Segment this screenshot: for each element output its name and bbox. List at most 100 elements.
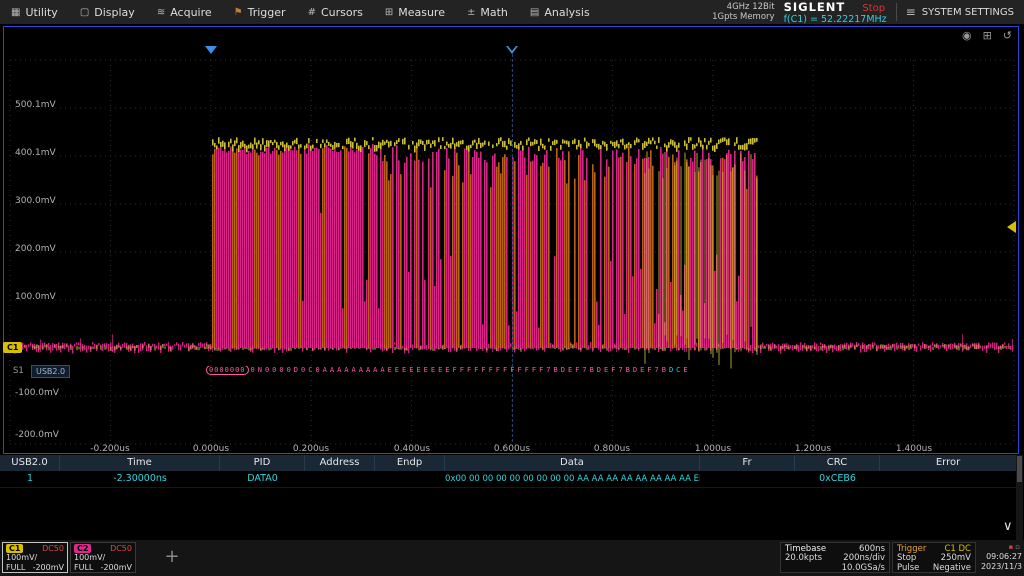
col-data[interactable]: Data — [445, 455, 700, 471]
menu-trigger[interactable]: ⚑ Trigger — [223, 0, 297, 24]
menu-acquire[interactable]: ≋ Acquire — [146, 0, 223, 24]
decode-sync-field: 0000000 — [206, 366, 249, 375]
x-label-0: -0.200us — [80, 444, 140, 454]
c1-scale: 100mV/ — [6, 553, 37, 563]
timebase-scale: 200ns/div — [843, 553, 885, 563]
menu-trigger-label: Trigger — [248, 6, 286, 19]
scroll-down-chevron[interactable]: ∨ — [1003, 519, 1013, 534]
spec-memory: 1Gpts Memory — [712, 12, 774, 22]
c1-chip: C1 — [6, 544, 23, 553]
trigger-mode: Stop — [897, 553, 916, 563]
col-error[interactable]: Error — [880, 455, 1016, 471]
col-address[interactable]: Address — [305, 455, 375, 471]
x-label-1: 0.000us — [181, 444, 241, 454]
c2-bandwidth: FULL — [74, 563, 93, 573]
menu-measure-label: Measure — [398, 6, 445, 19]
crosshair-icon[interactable]: ⊞ — [983, 29, 992, 42]
display-icon: ▢ — [80, 7, 89, 18]
waveform-display-frame[interactable] — [3, 26, 1019, 454]
menu-right-cluster: 4GHz 12Bit 1Gpts Memory SIGLENT Stop f(C… — [712, 0, 1024, 24]
menu-math-label: Math — [480, 6, 508, 19]
x-label-2: 0.200us — [281, 444, 341, 454]
acquire-icon: ≋ — [157, 7, 165, 18]
decode-end: E — [683, 366, 690, 374]
decode-slot-label: S1 — [13, 366, 24, 376]
table-row[interactable]: 1 -2.30000ns DATA0 0x00 00 00 00 00 00 0… — [0, 471, 1016, 488]
spec-bandwidth: 4GHz 12Bit — [712, 2, 774, 12]
channel-c2-descriptor[interactable]: C2 DC50 100mV/ FULL -200mV — [70, 542, 136, 573]
col-endp[interactable]: Endp — [375, 455, 445, 471]
plot-toolbar: ◉ ⊞ ↺ — [962, 29, 1012, 42]
cell-time: -2.30000ns — [60, 471, 220, 487]
brand-block: SIGLENT Stop f(C1) = 52.22217MHz — [784, 0, 887, 25]
rotate-icon[interactable]: ↺ — [1003, 29, 1012, 42]
decode-bus-badge[interactable]: USB2.0 — [31, 365, 70, 378]
timebase-delay: 600ns — [859, 544, 885, 554]
col-fr[interactable]: Fr — [700, 455, 795, 471]
camera-icon[interactable]: ◉ — [962, 29, 972, 42]
y-label-neg200: -200.0mV — [15, 430, 65, 440]
menu-measure[interactable]: ⊞ Measure — [374, 0, 456, 24]
cell-fr — [700, 471, 795, 487]
y-label-300: 300.0mV — [15, 196, 65, 206]
c2-chip: C2 — [74, 544, 91, 553]
timebase-descriptor[interactable]: Timebase 600ns 20.0kpts 200ns/div 10.0GS… — [780, 542, 890, 573]
cell-error — [880, 471, 1016, 487]
system-settings-button[interactable]: ≡ SYSTEM SETTINGS — [906, 5, 1018, 19]
trigger-level: 250mV — [941, 553, 971, 563]
oscilloscope-app: ▦ Utility ▢ Display ≋ Acquire ⚑ Trigger … — [0, 0, 1024, 576]
timebase-title: Timebase — [785, 544, 826, 554]
math-icon: ± — [467, 7, 475, 18]
menu-display[interactable]: ▢ Display — [69, 0, 146, 24]
trigger-flag-icon: ⚑ — [234, 7, 243, 18]
col-crc[interactable]: CRC — [795, 455, 880, 471]
menu-cursors-label: Cursors — [321, 6, 363, 19]
c2-offset: -200mV — [101, 563, 132, 573]
y-label-400: 400.1mV — [15, 148, 65, 158]
y-label-200: 200.0mV — [15, 244, 65, 254]
menu-acquire-label: Acquire — [170, 6, 211, 19]
cell-address — [305, 471, 375, 487]
status-bar: C1 DC50 100mV/ FULL -200mV C2 DC50 100mV… — [0, 540, 1024, 576]
decode-payload: 0N0000D0C0AAAAAAAAAEEEEEEEEEFFFFFFFFFFFF… — [251, 366, 669, 374]
cell-pid: DATA0 — [220, 471, 305, 487]
c2-scale: 100mV/ — [74, 553, 105, 563]
x-label-8: 1.400us — [884, 444, 944, 454]
menu-math[interactable]: ± Math — [456, 0, 519, 24]
menu-utility-label: Utility — [25, 6, 57, 19]
col-bus[interactable]: USB2.0 — [0, 455, 60, 471]
decode-table-header: USB2.0 Time PID Address Endp Data Fr CRC… — [0, 455, 1016, 471]
y-label-neg100: -100.0mV — [15, 388, 65, 398]
scope-specs: 4GHz 12Bit 1Gpts Memory — [712, 2, 774, 22]
cell-index: 1 — [0, 471, 60, 487]
trigger-level-arrow[interactable] — [1007, 221, 1016, 233]
x-label-3: 0.400us — [382, 444, 442, 454]
menu-utility[interactable]: ▦ Utility — [0, 0, 69, 24]
c1-ground-marker[interactable]: C1 — [3, 342, 22, 353]
channel-c1-descriptor[interactable]: C1 DC50 100mV/ FULL -200mV — [2, 542, 68, 573]
trigger-position-line — [512, 54, 513, 442]
col-pid[interactable]: PID — [220, 455, 305, 471]
trigger-title: Trigger — [897, 544, 926, 554]
add-channel-button[interactable]: + — [150, 544, 194, 572]
table-scrollbar-thumb[interactable] — [1017, 456, 1022, 482]
x-label-4: 0.600us — [482, 444, 542, 454]
footer-status-icon-2: ▫ — [1015, 543, 1022, 551]
trigger-slope: Negative — [933, 563, 971, 573]
decode-hex-stream: 00000000N0000D0C0AAAAAAAAAEEEEEEEEEFFFFF… — [206, 366, 772, 378]
menu-cursors[interactable]: # Cursors — [297, 0, 374, 24]
trigger-delay-marker-inner — [508, 46, 516, 51]
system-settings-label: SYSTEM SETTINGS — [922, 7, 1014, 18]
trigger-type: Pulse — [897, 563, 919, 573]
cell-crc: 0xCEB6 — [795, 471, 880, 487]
measure-icon: ⊞ — [385, 7, 393, 18]
y-label-500: 500.1mV — [15, 100, 65, 110]
clock-time: 09:06:27 — [978, 552, 1022, 562]
frequency-readout: f(C1) = 52.22217MHz — [784, 14, 887, 25]
c1-bandwidth: FULL — [6, 563, 25, 573]
trigger-descriptor[interactable]: Trigger C1 DC Stop 250mV Pulse Negative — [892, 542, 976, 573]
menu-analysis[interactable]: ▤ Analysis — [519, 0, 601, 24]
col-time[interactable]: Time — [60, 455, 220, 471]
time-zero-marker[interactable] — [205, 46, 217, 54]
c2-coupling: DC50 — [110, 544, 132, 554]
